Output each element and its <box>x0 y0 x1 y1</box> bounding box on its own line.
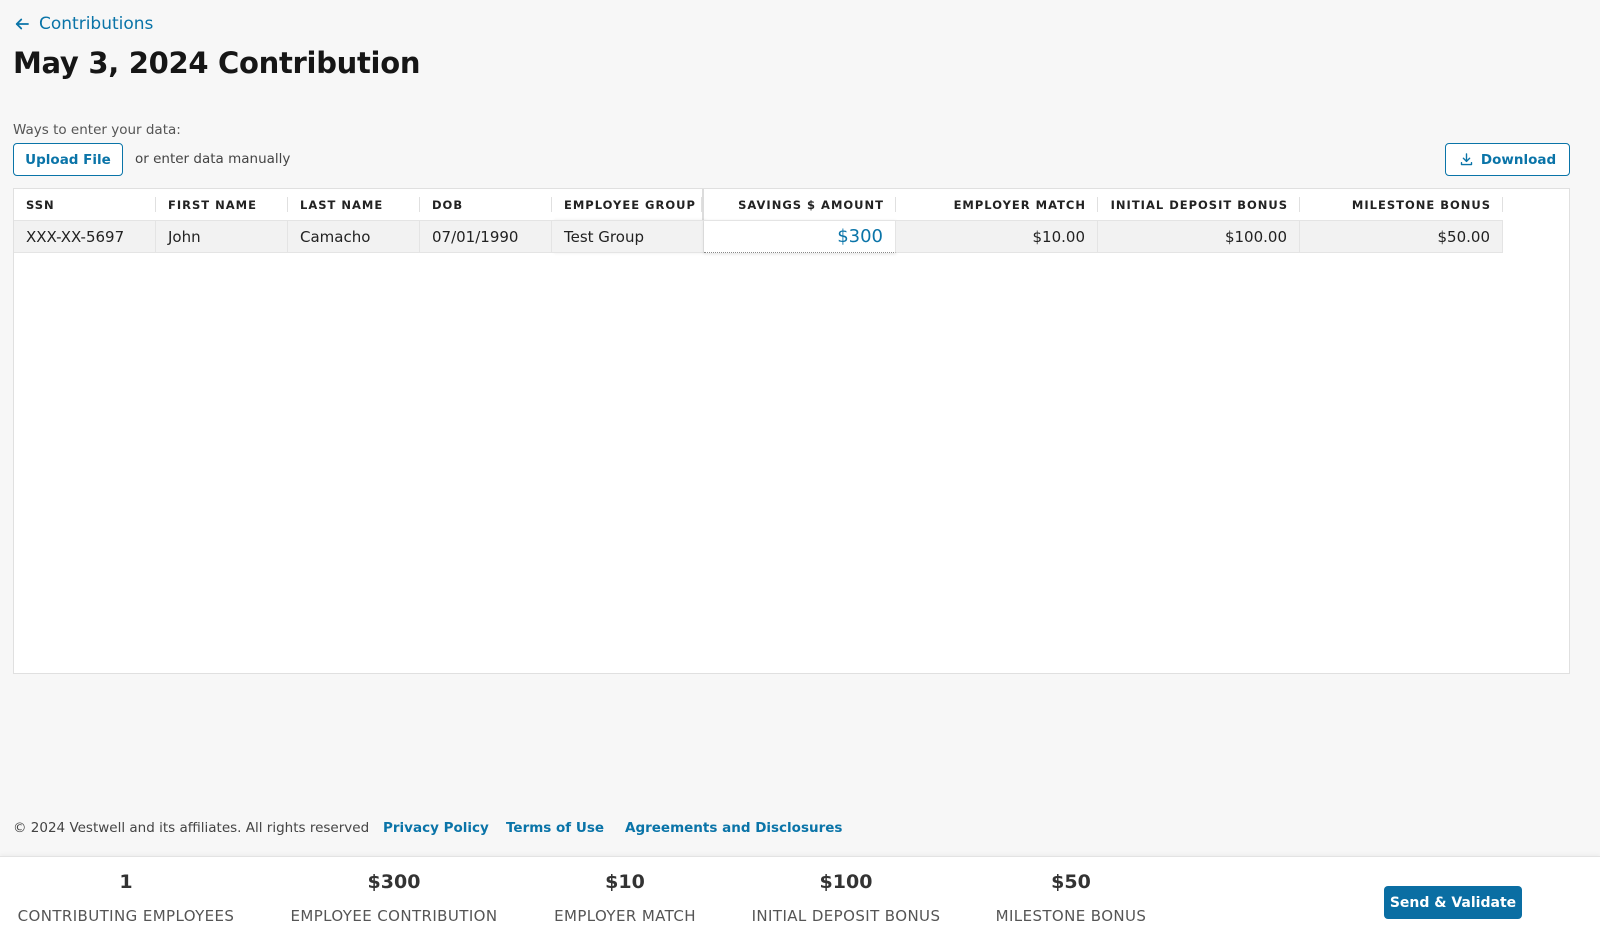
column-header-first-name[interactable]: FIRST NAME <box>156 189 288 220</box>
stat-label: MILESTONE BONUS <box>995 907 1147 925</box>
stat-initial-deposit-bonus: $100 INITIAL DEPOSIT BONUS <box>746 871 946 925</box>
terms-of-use-link[interactable]: Terms of Use <box>506 820 604 836</box>
agreements-disclosures-link[interactable]: Agreements and Disclosures <box>625 820 842 836</box>
stat-value: $100 <box>819 871 873 893</box>
stat-contributing-employees: 1 CONTRIBUTING EMPLOYEES <box>13 871 239 925</box>
stat-label: CONTRIBUTING EMPLOYEES <box>17 907 235 925</box>
stat-employer-match: $10 EMPLOYER MATCH <box>549 871 701 925</box>
download-icon <box>1460 153 1473 166</box>
privacy-policy-link[interactable]: Privacy Policy <box>383 820 489 836</box>
column-header-savings-amount[interactable]: SAVINGS $ AMOUNT <box>704 189 896 220</box>
cell-last-name: Camacho <box>288 220 420 253</box>
download-label: Download <box>1480 151 1557 168</box>
stat-value: $10 <box>605 871 645 893</box>
stat-employee-contribution: $300 EMPLOYEE CONTRIBUTION <box>284 871 504 925</box>
column-header-last-name[interactable]: LAST NAME <box>288 189 420 220</box>
table-row: XXX-XX-5697 John Camacho 07/01/1990 Test… <box>14 220 1503 253</box>
arrow-left-icon <box>15 18 29 30</box>
cell-milestone-bonus: $50.00 <box>1300 220 1503 253</box>
stat-value: $300 <box>367 871 421 893</box>
contribution-grid: SSN FIRST NAME LAST NAME DOB EMPLOYEE GR… <box>13 188 1570 674</box>
stat-label: INITIAL DEPOSIT BONUS <box>751 907 941 925</box>
cell-employee-group: Test Group <box>552 220 704 253</box>
cell-ssn: XXX-XX-5697 <box>14 220 156 253</box>
stat-label: EMPLOYEE CONTRIBUTION <box>290 907 498 925</box>
column-header-employee-group[interactable]: EMPLOYEE GROUP <box>552 189 704 220</box>
stat-value: $50 <box>1051 871 1091 893</box>
send-and-validate-button[interactable]: Send & Validate <box>1384 886 1522 919</box>
column-header-initial-deposit-bonus[interactable]: INITIAL DEPOSIT BONUS <box>1098 189 1300 220</box>
download-button[interactable]: Download <box>1445 143 1570 176</box>
grid-header-row: SSN FIRST NAME LAST NAME DOB EMPLOYEE GR… <box>14 189 1503 220</box>
back-to-contributions-link[interactable]: Contributions <box>13 14 153 34</box>
cell-initial-deposit-bonus: $100.00 <box>1098 220 1300 253</box>
column-header-milestone-bonus[interactable]: MILESTONE BONUS <box>1300 189 1503 220</box>
savings-amount-input[interactable]: $300 <box>704 220 896 253</box>
cell-employer-match: $10.00 <box>896 220 1098 253</box>
back-link-label: Contributions <box>39 14 154 34</box>
page-title: May 3, 2024 Contribution <box>13 46 421 80</box>
stat-milestone-bonus: $50 MILESTONE BONUS <box>991 871 1151 925</box>
stat-value: 1 <box>119 871 133 893</box>
ways-to-enter-label: Ways to enter your data: <box>13 122 181 138</box>
column-header-ssn[interactable]: SSN <box>14 189 156 220</box>
copyright-text: © 2024 Vestwell and its affiliates. All … <box>13 820 370 836</box>
column-header-dob[interactable]: DOB <box>420 189 552 220</box>
summary-bar: 1 CONTRIBUTING EMPLOYEES $300 EMPLOYEE C… <box>0 856 1600 945</box>
stat-label: EMPLOYER MATCH <box>554 907 696 925</box>
cell-dob: 07/01/1990 <box>420 220 552 253</box>
manual-entry-text: or enter data manually <box>135 151 291 167</box>
column-header-employer-match[interactable]: EMPLOYER MATCH <box>896 189 1098 220</box>
cell-first-name: John <box>156 220 288 253</box>
upload-file-button[interactable]: Upload File <box>13 143 123 176</box>
